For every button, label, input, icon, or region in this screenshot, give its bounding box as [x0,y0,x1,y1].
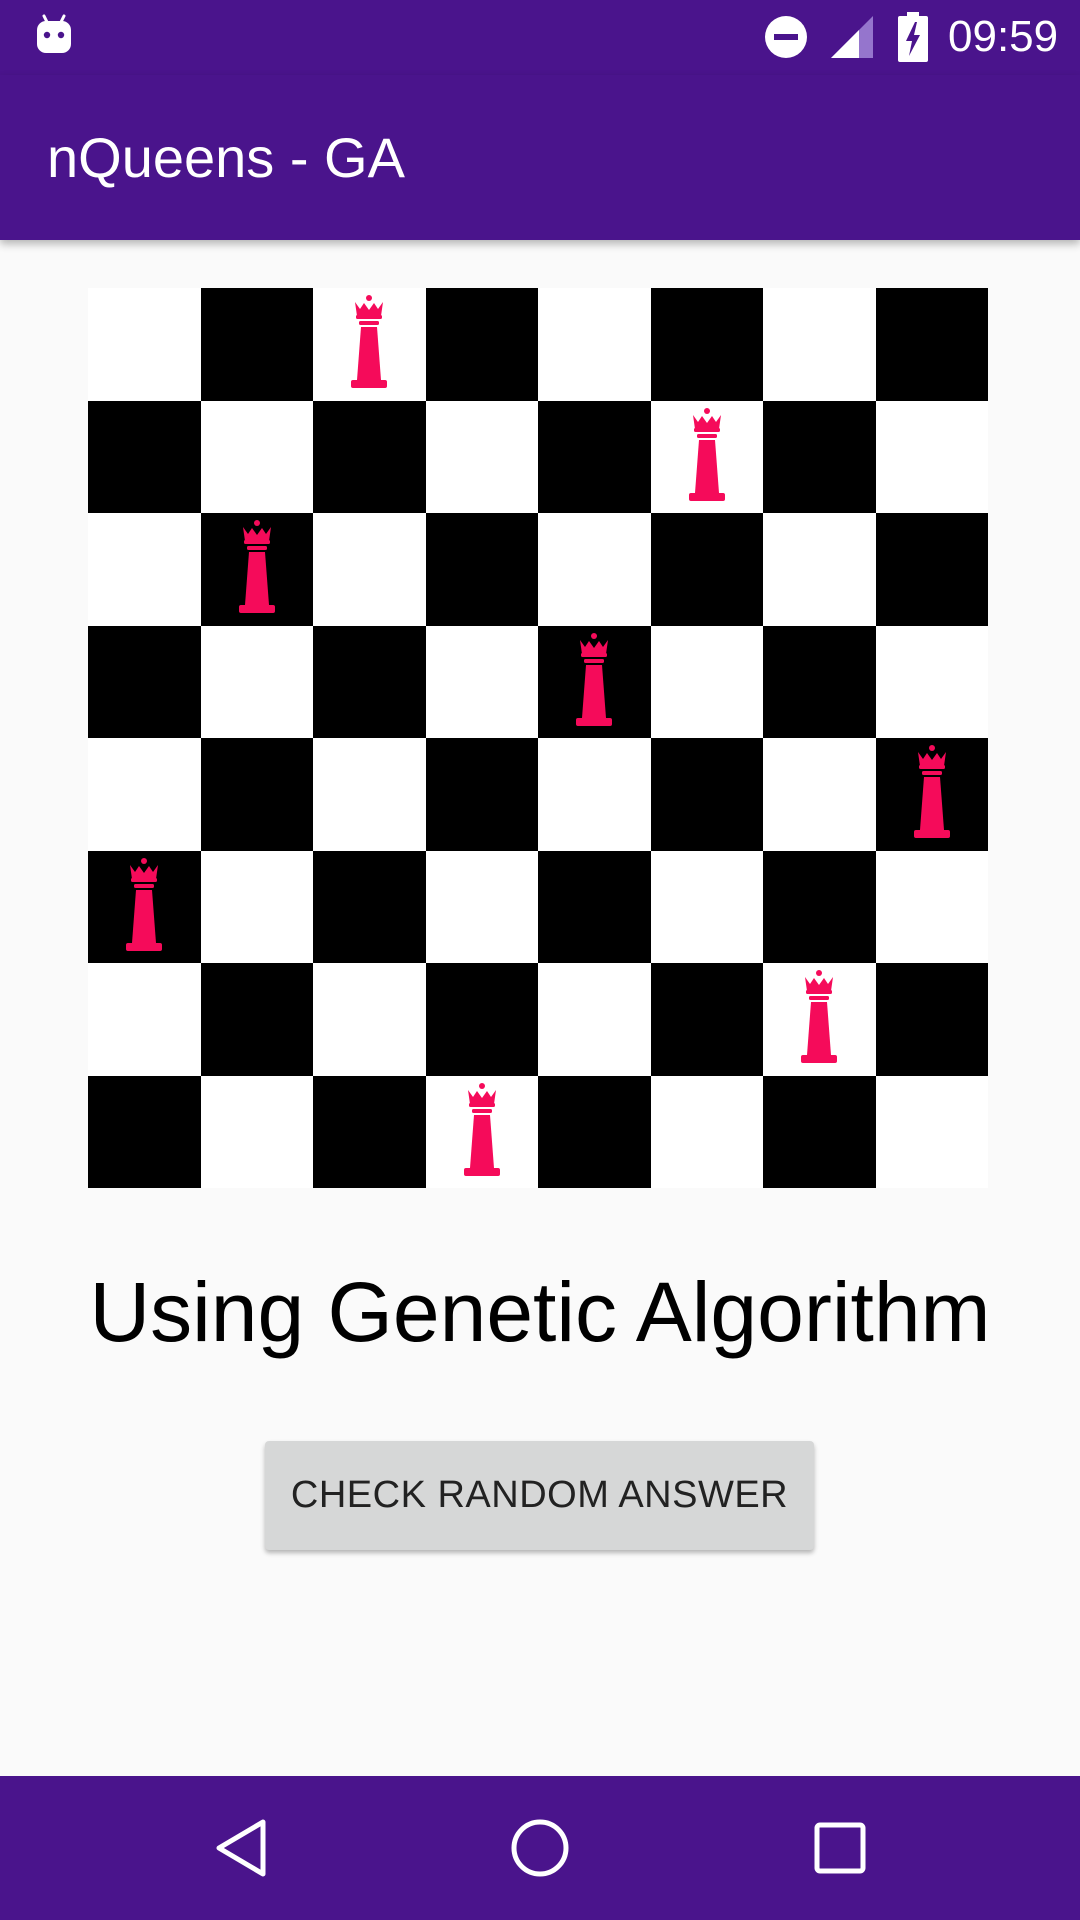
board-square [200,625,313,738]
board-square [650,738,763,851]
do-not-disturb-icon [765,16,807,58]
board-square [875,1075,988,1188]
board-square [763,288,876,401]
board-square [200,963,313,1076]
cell-signal-icon [831,16,873,58]
board-square [200,513,313,626]
board-square [88,625,201,738]
status-time: 09:59 [948,12,1059,61]
board-square [200,1075,313,1188]
board-square [88,1075,201,1188]
home-icon [511,1819,569,1877]
board-square [313,400,426,513]
board-square [313,1075,426,1188]
app-title: nQueens - GA [47,126,405,189]
board-square [538,400,651,513]
board-square [650,625,763,738]
board-square [650,513,763,626]
board-square [538,963,651,1076]
board-square [763,1075,876,1188]
board-square [875,963,988,1076]
chess-board [88,288,988,1188]
home-button[interactable] [490,1798,590,1898]
board-square [875,625,988,738]
board-square [650,400,763,513]
board-square [650,850,763,963]
board-square [875,850,988,963]
board-square [538,288,651,401]
board-square [313,513,426,626]
board-square [313,850,426,963]
board-square [313,288,426,401]
board-square [88,738,201,851]
board-square [538,1075,651,1188]
queen-icon [351,295,388,389]
board-square [763,513,876,626]
board-square [425,850,538,963]
board-square [538,738,651,851]
board-square [425,400,538,513]
queen-icon [126,857,163,951]
board-square [650,1075,763,1188]
board-square [763,625,876,738]
board-square [763,850,876,963]
back-button[interactable] [191,1798,291,1898]
android-debug-icon [37,14,71,53]
board-square [200,400,313,513]
board-square [875,400,988,513]
algorithm-label: Using Genetic Algorithm [89,1265,991,1359]
board-square [313,738,426,851]
board-square [650,963,763,1076]
board-square [763,400,876,513]
board-square [425,1075,538,1188]
board-square [88,400,201,513]
board-square [313,625,426,738]
status-bar: 09:59 [0,0,1080,75]
board-square [538,513,651,626]
app-bar: nQueens - GA [0,75,1080,240]
queen-icon [688,407,725,501]
board-square [538,625,651,738]
check-random-answer-button[interactable]: CHECK RANDOM ANSWER [265,1441,814,1550]
queen-icon [576,632,613,726]
board-square [88,850,201,963]
queen-icon [913,745,950,839]
board-square [88,963,201,1076]
board-square [425,963,538,1076]
queen-icon [463,1082,500,1176]
board-square [763,738,876,851]
battery-charging-icon [898,12,928,62]
recents-button[interactable] [790,1798,890,1898]
board-square [875,513,988,626]
board-square [200,738,313,851]
board-square [88,513,201,626]
board-square [425,288,538,401]
back-icon [216,1819,266,1877]
board-square [875,288,988,401]
navigation-bar [0,1776,1080,1920]
board-square [875,738,988,851]
board-square [200,288,313,401]
board-square [538,850,651,963]
board-square [763,963,876,1076]
board-square [313,963,426,1076]
board-square [425,513,538,626]
queen-icon [238,520,275,614]
recents-icon [814,1822,866,1874]
board-square [650,288,763,401]
board-square [425,625,538,738]
queen-icon [801,970,838,1064]
board-square [425,738,538,851]
board-square [88,288,201,401]
board-square [200,850,313,963]
